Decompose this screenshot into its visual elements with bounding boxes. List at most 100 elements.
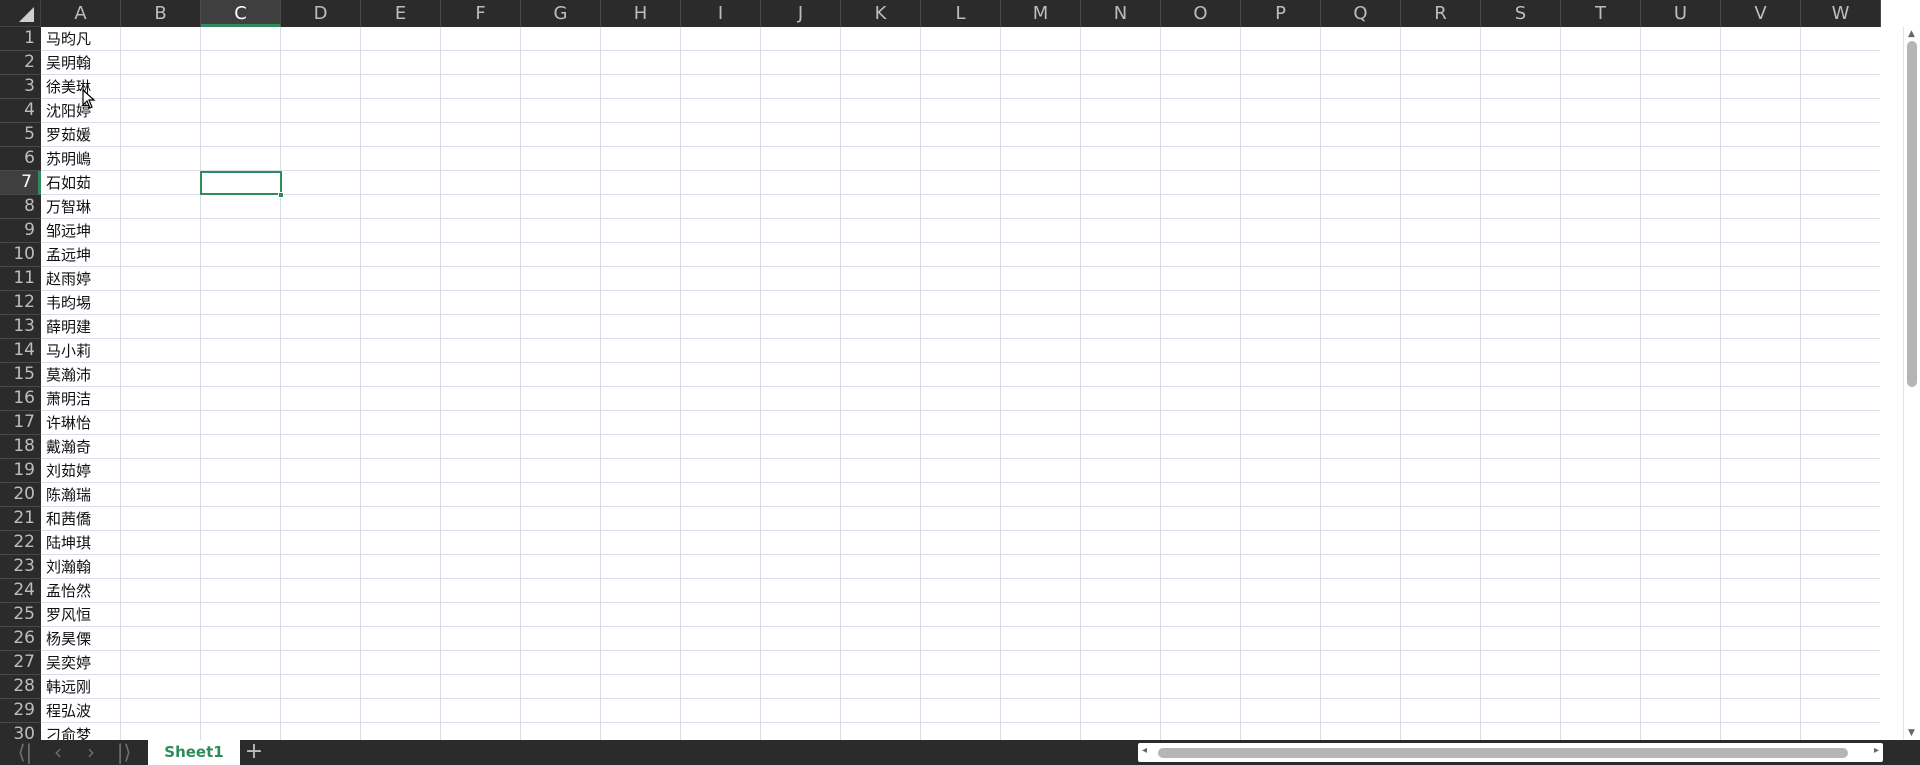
column-header-n[interactable]: N xyxy=(1081,0,1161,27)
column-header-g[interactable]: G xyxy=(521,0,601,27)
horizontal-scrollbar[interactable]: ◂ ▸ xyxy=(1138,743,1883,762)
cell-a5[interactable]: 罗茹媛 xyxy=(41,123,121,147)
row-header-2[interactable]: 2 xyxy=(0,51,41,75)
cell-a14[interactable]: 马小莉 xyxy=(41,339,121,363)
prev-sheet-icon[interactable]: ‹ xyxy=(43,740,73,765)
cell-a17[interactable]: 许琳怡 xyxy=(41,411,121,435)
row-header-4[interactable]: 4 xyxy=(0,99,41,123)
next-sheet-icon[interactable]: › xyxy=(76,740,106,765)
cell-a18[interactable]: 戴瀚奇 xyxy=(41,435,121,459)
cell-a6[interactable]: 苏明嶋 xyxy=(41,147,121,171)
cell-a28[interactable]: 韩远刚 xyxy=(41,675,121,699)
row-header-8[interactable]: 8 xyxy=(0,195,41,219)
vertical-scrollbar[interactable]: ▲ ▼ xyxy=(1903,27,1920,740)
row-header-17[interactable]: 17 xyxy=(0,411,41,435)
row-header-18[interactable]: 18 xyxy=(0,435,41,459)
cell-a7[interactable]: 石如茹 xyxy=(41,171,121,195)
row-header-13[interactable]: 13 xyxy=(0,315,41,339)
row-header-24[interactable]: 24 xyxy=(0,579,41,603)
vertical-scroll-thumb[interactable] xyxy=(1907,41,1917,387)
cell-a1[interactable]: 马昀凡 xyxy=(41,27,121,51)
cell-a24[interactable]: 孟怡然 xyxy=(41,579,121,603)
column-header-v[interactable]: V xyxy=(1721,0,1801,27)
row-header-7[interactable]: 7 xyxy=(0,171,41,195)
scroll-right-icon[interactable]: ▸ xyxy=(1874,745,1879,756)
column-header-u[interactable]: U xyxy=(1641,0,1721,27)
column-header-b[interactable]: B xyxy=(121,0,201,27)
column-header-r[interactable]: R xyxy=(1401,0,1481,27)
cell-a15[interactable]: 莫瀚沛 xyxy=(41,363,121,387)
cell-a25[interactable]: 罗风恒 xyxy=(41,603,121,627)
column-header-f[interactable]: F xyxy=(441,0,521,27)
row-header-5[interactable]: 5 xyxy=(0,123,41,147)
row-header-10[interactable]: 10 xyxy=(0,243,41,267)
last-sheet-icon[interactable]: |⟩ xyxy=(109,740,139,765)
row-header-1[interactable]: 1 xyxy=(0,27,41,51)
first-sheet-icon[interactable]: ⟨| xyxy=(10,740,40,765)
column-header-h[interactable]: H xyxy=(601,0,681,27)
column-header-e[interactable]: E xyxy=(361,0,441,27)
column-header-s[interactable]: S xyxy=(1481,0,1561,27)
row-header-21[interactable]: 21 xyxy=(0,507,41,531)
row-header-25[interactable]: 25 xyxy=(0,603,41,627)
row-header-19[interactable]: 19 xyxy=(0,459,41,483)
column-header-w[interactable]: W xyxy=(1801,0,1881,27)
row-header-3[interactable]: 3 xyxy=(0,75,41,99)
scroll-down-icon[interactable]: ▼ xyxy=(1908,728,1915,738)
cell-a26[interactable]: 杨昊傈 xyxy=(41,627,121,651)
row-header-22[interactable]: 22 xyxy=(0,531,41,555)
row-header-11[interactable]: 11 xyxy=(0,267,41,291)
column-header-t[interactable]: T xyxy=(1561,0,1641,27)
add-sheet-icon[interactable]: + xyxy=(244,740,264,765)
sheet-tab-sheet1[interactable]: Sheet1 xyxy=(148,740,240,765)
row-header-14[interactable]: 14 xyxy=(0,339,41,363)
select-all-button[interactable] xyxy=(0,0,41,27)
horizontal-scroll-thumb[interactable] xyxy=(1158,748,1848,758)
cell-a29[interactable]: 程弘波 xyxy=(41,699,121,723)
row-header-6[interactable]: 6 xyxy=(0,147,41,171)
cell-a27[interactable]: 吴奕婷 xyxy=(41,651,121,675)
column-header-l[interactable]: L xyxy=(921,0,1001,27)
row-header-28[interactable]: 28 xyxy=(0,675,41,699)
cell-a10[interactable]: 孟远坤 xyxy=(41,243,121,267)
column-header-k[interactable]: K xyxy=(841,0,921,27)
row-header-26[interactable]: 26 xyxy=(0,627,41,651)
column-header-q[interactable]: Q xyxy=(1321,0,1401,27)
row-header-29[interactable]: 29 xyxy=(0,699,41,723)
cell-a20[interactable]: 陈瀚瑞 xyxy=(41,483,121,507)
row-header-20[interactable]: 20 xyxy=(0,483,41,507)
row-header-9[interactable]: 9 xyxy=(0,219,41,243)
active-cell-c7[interactable] xyxy=(200,171,282,195)
row-header-27[interactable]: 27 xyxy=(0,651,41,675)
scroll-left-icon[interactable]: ◂ xyxy=(1142,745,1147,756)
row-header-15[interactable]: 15 xyxy=(0,363,41,387)
cell-a9[interactable]: 邹远坤 xyxy=(41,219,121,243)
spreadsheet: ABCDEFGHIJKLMNOPQRSTUVW 1 2 3 4 5 6 7 8 9 10 11 12 1… xyxy=(0,0,1920,765)
column-header-j[interactable]: J xyxy=(761,0,841,27)
row-header-12[interactable]: 12 xyxy=(0,291,41,315)
cell-a2[interactable]: 吴明翰 xyxy=(41,51,121,75)
column-header-m[interactable]: M xyxy=(1001,0,1081,27)
cell-a12[interactable]: 韦昀埸 xyxy=(41,291,121,315)
cell-a4[interactable]: 沈阳婷 xyxy=(41,99,121,123)
row-header-23[interactable]: 23 xyxy=(0,555,41,579)
column-header-d[interactable]: D xyxy=(281,0,361,27)
scroll-up-icon[interactable]: ▲ xyxy=(1908,29,1915,39)
row-header-16[interactable]: 16 xyxy=(0,387,41,411)
cell-a22[interactable]: 陆坤琪 xyxy=(41,531,121,555)
column-header-i[interactable]: I xyxy=(681,0,761,27)
cell-a23[interactable]: 刘瀚翰 xyxy=(41,555,121,579)
column-header-a[interactable]: A xyxy=(41,0,121,27)
cell-a16[interactable]: 萧明洁 xyxy=(41,387,121,411)
cell-a8[interactable]: 万智琳 xyxy=(41,195,121,219)
cell-a21[interactable]: 和茜僑 xyxy=(41,507,121,531)
column-header-p[interactable]: P xyxy=(1241,0,1321,27)
cell-grid[interactable] xyxy=(41,27,1880,740)
cell-a11[interactable]: 赵雨婷 xyxy=(41,267,121,291)
column-header-c[interactable]: C xyxy=(201,0,281,27)
cell-a19[interactable]: 刘茹婷 xyxy=(41,459,121,483)
cell-a13[interactable]: 薛明建 xyxy=(41,315,121,339)
cell-a3[interactable]: 徐美琳 xyxy=(41,75,121,99)
column-header-o[interactable]: O xyxy=(1161,0,1241,27)
fill-handle[interactable] xyxy=(278,192,284,198)
